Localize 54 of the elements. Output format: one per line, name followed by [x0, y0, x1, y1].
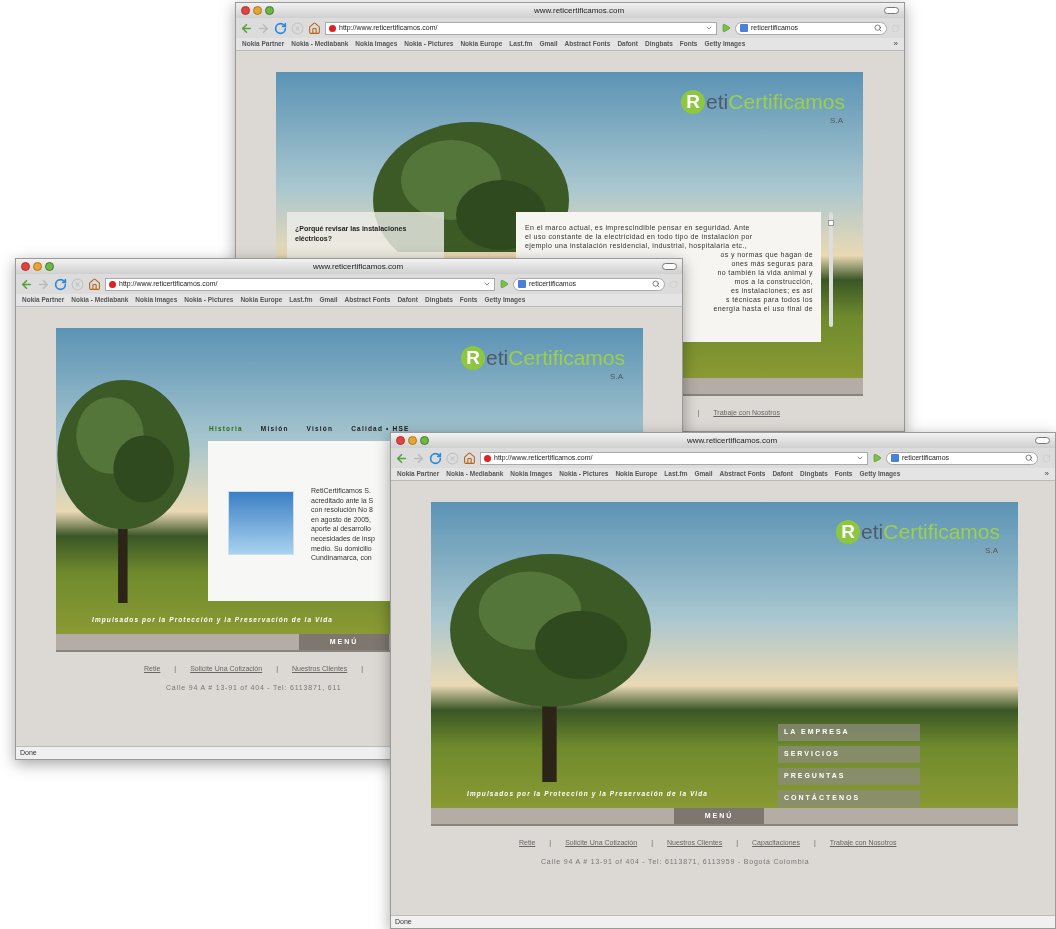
logo-text: etiCertificamos: [706, 90, 845, 114]
zoom-button[interactable]: [265, 6, 274, 15]
site-status-icon: [109, 280, 116, 288]
search-icon[interactable]: [652, 280, 660, 288]
forward-icon[interactable]: [257, 21, 270, 35]
window-title: www.reticertificamos.com: [532, 4, 626, 17]
close-button[interactable]: [241, 6, 250, 15]
dropdown-icon[interactable]: [856, 454, 864, 462]
back-icon[interactable]: [395, 451, 408, 465]
window-title: www.reticertificamos.com: [311, 260, 405, 273]
more-bookmarks-button[interactable]: »: [1044, 468, 1049, 480]
close-button[interactable]: [21, 262, 30, 271]
window-title: www.reticertificamos.com: [685, 434, 779, 447]
logo-text: etiCertificamos: [861, 520, 1000, 544]
site-status-icon: [484, 454, 491, 462]
logo-mark: R: [681, 90, 706, 114]
minimize-button[interactable]: [253, 6, 262, 15]
logo-mark: R: [836, 520, 861, 544]
search-engine-icon[interactable]: [891, 454, 899, 462]
back-icon[interactable]: [240, 21, 253, 35]
go-icon[interactable]: [872, 453, 882, 463]
close-button[interactable]: [396, 436, 405, 445]
home-icon[interactable]: [308, 21, 321, 35]
minimize-button[interactable]: [408, 436, 417, 445]
site-status-icon: [329, 24, 336, 32]
photo-placeholder: [228, 491, 294, 555]
forward-icon[interactable]: [412, 451, 425, 465]
search-engine-icon[interactable]: [518, 280, 526, 288]
go-icon[interactable]: [721, 23, 731, 33]
reload-icon[interactable]: [54, 277, 67, 291]
zoom-button[interactable]: [420, 436, 429, 445]
home-icon[interactable]: [88, 277, 101, 291]
logo-mark: R: [461, 346, 486, 370]
logo-suffix: S.A: [610, 371, 623, 383]
toolbar-toggle-button[interactable]: [884, 7, 899, 14]
back-icon[interactable]: [20, 277, 33, 291]
home-icon[interactable]: [463, 451, 476, 465]
logo-text: etiCertificamos: [486, 346, 625, 370]
search-engine-icon[interactable]: [740, 24, 748, 32]
reload-icon[interactable]: [429, 451, 442, 465]
forward-icon[interactable]: [37, 277, 50, 291]
dropdown-icon[interactable]: [483, 280, 491, 288]
go-icon[interactable]: [499, 279, 509, 289]
toolbar-toggle-button[interactable]: [1035, 437, 1050, 444]
reload-icon[interactable]: [274, 21, 287, 35]
zoom-button[interactable]: [45, 262, 54, 271]
minimize-button[interactable]: [33, 262, 42, 271]
more-bookmarks-button[interactable]: »: [893, 38, 898, 50]
search-icon[interactable]: [1025, 454, 1033, 462]
logo-suffix: S.A: [985, 545, 998, 557]
logo-suffix: S.A: [830, 115, 843, 127]
dropdown-icon[interactable]: [705, 24, 713, 32]
search-icon[interactable]: [874, 24, 882, 32]
toolbar-toggle-button[interactable]: [662, 263, 677, 270]
